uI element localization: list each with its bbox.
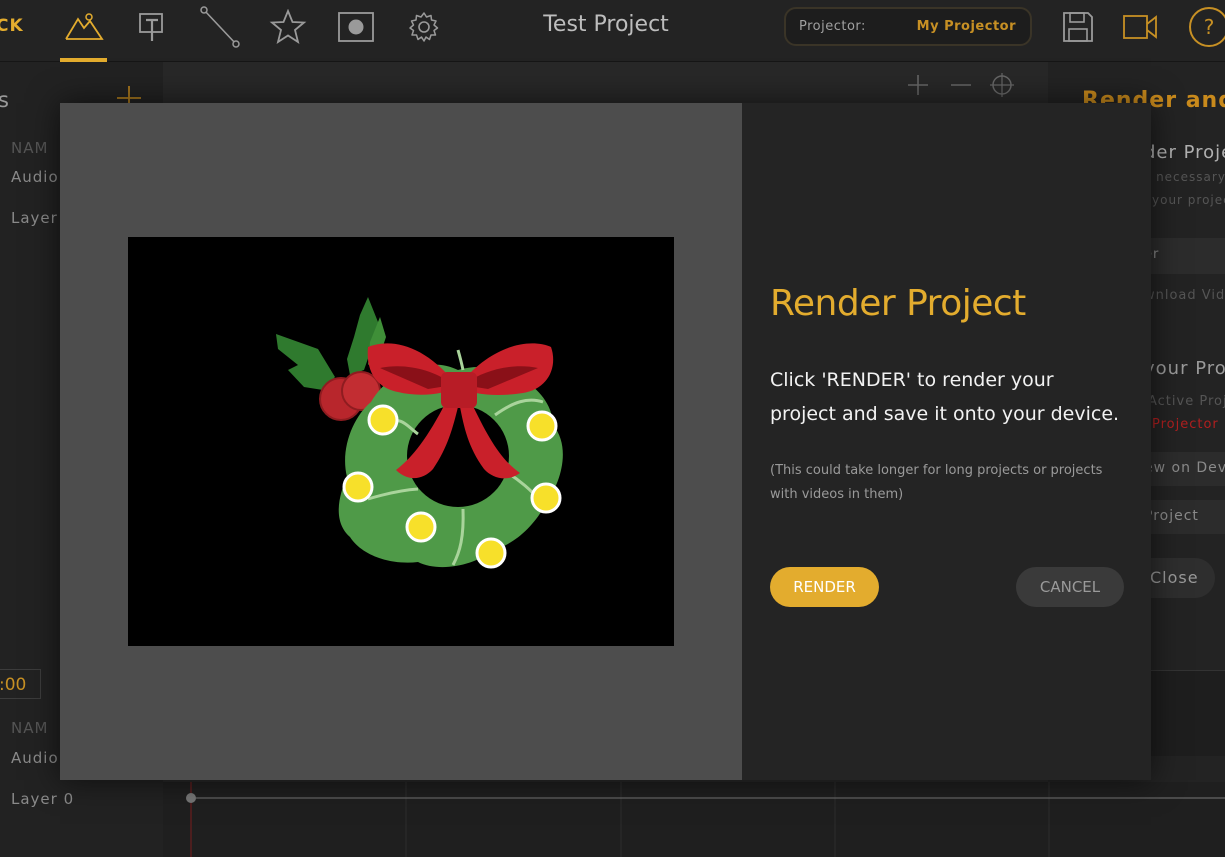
timeline-item-audio[interactable]: Audio [11,749,59,767]
save-icon[interactable] [1054,6,1102,48]
zoom-in-icon[interactable] [903,70,933,104]
render-button[interactable]: RENDER [770,567,879,607]
layer-item-audio[interactable]: Audio [11,168,59,186]
timeline[interactable] [163,782,1225,857]
mask-icon[interactable] [332,6,380,48]
preview-pane [60,103,742,780]
dialog-content: Render Project Click 'RENDER' to render … [770,103,1140,780]
top-toolbar: CK Test Project Projector: My Projector … [0,0,1225,62]
line-tool-icon[interactable] [195,6,243,48]
render-preview [128,237,674,646]
render-button-bg[interactable]: er [1144,238,1225,274]
projector-label: Projector: [799,19,866,34]
dialog-message: Click 'RENDER' to render your project an… [770,369,1120,425]
gear-icon[interactable] [400,6,448,48]
project-button[interactable]: Project [1144,500,1225,534]
timeline-column-header: NAM [11,719,49,737]
video-camera-icon[interactable] [1116,6,1164,48]
timeline-item-layer-0[interactable]: Layer 0 [11,790,74,808]
back-button[interactable]: CK [0,16,24,36]
zoom-out-icon[interactable] [946,70,976,104]
panel-title: s [0,88,10,112]
star-icon[interactable] [264,6,312,48]
column-header-name: NAM [11,139,49,157]
project-title: Test Project [543,12,669,37]
active-projector-value: Projector [1152,417,1219,432]
wreath-image [276,297,563,569]
projector-selector[interactable]: Projector: My Projector [784,7,1032,46]
dialog-title: Render Project [770,283,1026,324]
projector-value: My Projector [916,19,1016,34]
view-on-device-button[interactable]: ew on Dev [1144,452,1225,486]
audio-meter [1151,670,1225,756]
dialog-note: (This could take longer for long project… [770,463,1103,502]
crosshair-icon[interactable] [987,70,1017,104]
render-section-title: der Projec [1144,142,1225,163]
render-project-dialog: Render Project Click 'RENDER' to render … [60,103,1151,780]
layer-item-layer[interactable]: Layer [11,209,58,227]
timeline-track [186,782,1225,857]
text-tool-icon[interactable] [128,6,176,48]
download-video-link[interactable]: wnload Vide [1144,288,1225,303]
cancel-button[interactable]: CANCEL [1016,567,1124,607]
time-display[interactable]: :00 [0,669,41,699]
your-project-title: your Proje [1144,358,1225,379]
help-icon[interactable]: ? [1183,6,1225,48]
scene-icon[interactable] [60,6,108,48]
svg-text:?: ? [1204,15,1215,39]
